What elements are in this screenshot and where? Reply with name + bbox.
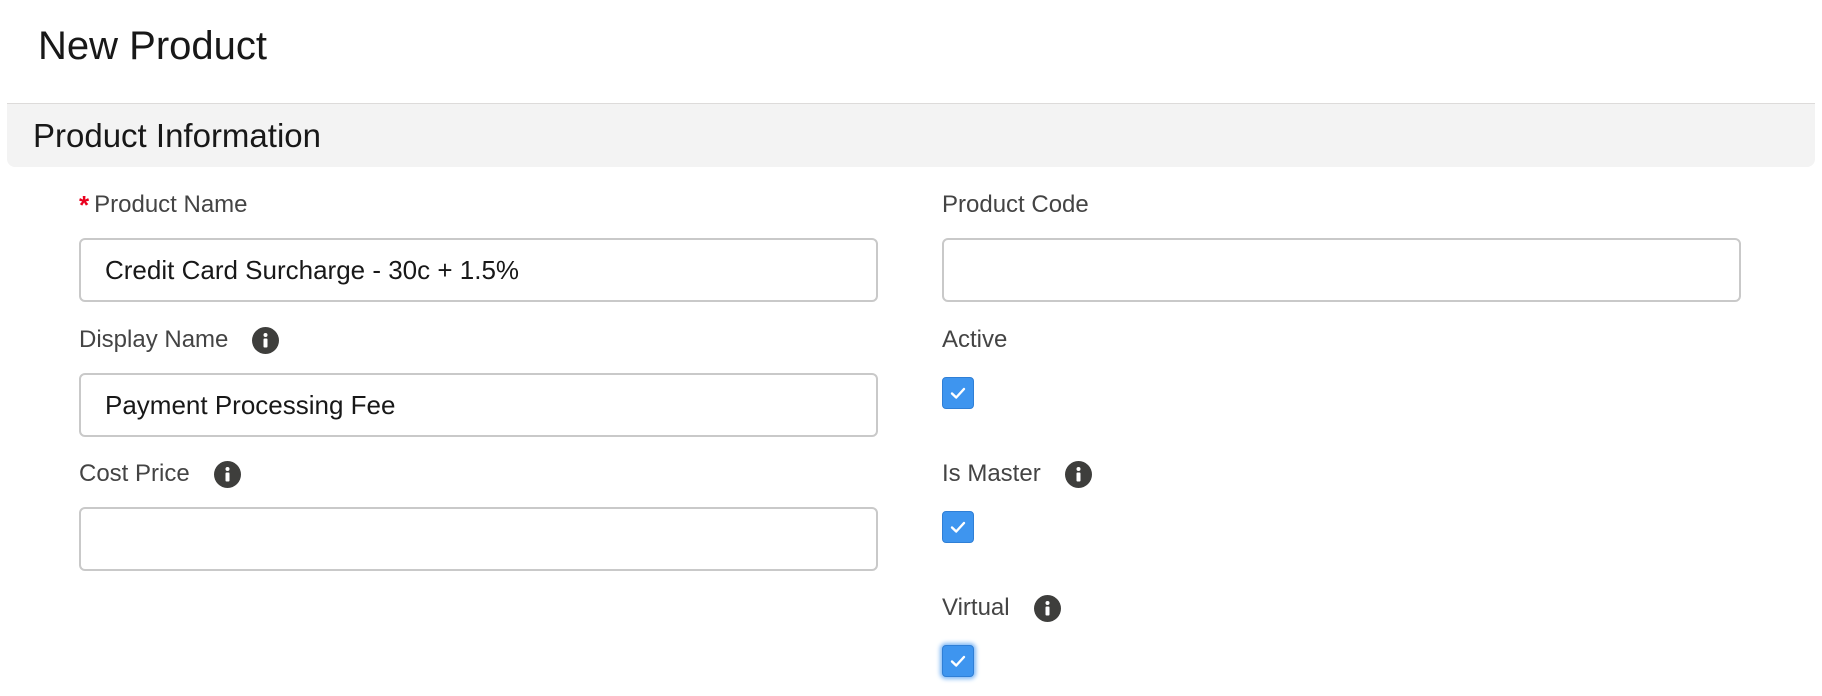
active-field: Active <box>942 325 1007 409</box>
product-code-label: Product Code <box>942 191 1089 218</box>
active-checkbox[interactable] <box>942 377 974 409</box>
info-icon[interactable] <box>213 460 241 488</box>
cost-price-label: Cost Price <box>79 460 190 487</box>
required-marker: * <box>79 190 90 220</box>
cost-price-field: Cost Price <box>79 459 878 571</box>
info-icon[interactable] <box>1064 460 1092 488</box>
is-master-label-row: Is Master <box>942 459 1092 489</box>
cost-price-input[interactable] <box>79 507 878 571</box>
is-master-label: Is Master <box>942 460 1041 487</box>
product-code-label-row: Product Code <box>942 190 1089 220</box>
info-icon[interactable] <box>252 326 280 354</box>
product-code-field: Product Code <box>942 190 1741 302</box>
product-name-input[interactable]: Credit Card Surcharge - 30c + 1.5% <box>79 238 878 302</box>
page-title: New Product <box>38 24 267 68</box>
section-title: Product Information <box>33 117 321 154</box>
info-icon[interactable] <box>1033 594 1061 622</box>
cost-price-label-row: Cost Price <box>79 459 241 489</box>
check-icon <box>950 387 966 399</box>
display-name-field: Display Name Payment Processing Fee <box>79 325 878 437</box>
check-icon <box>950 521 966 533</box>
virtual-field: Virtual <box>942 593 1061 677</box>
product-code-input[interactable] <box>942 238 1741 302</box>
product-name-label-row: * Product Name <box>79 190 248 220</box>
product-name-field: * Product Name Credit Card Surcharge - 3… <box>79 190 878 302</box>
display-name-label: Display Name <box>79 326 229 353</box>
check-icon <box>950 655 966 667</box>
display-name-input[interactable]: Payment Processing Fee <box>79 373 878 437</box>
active-label-row: Active <box>942 325 1007 355</box>
section-header[interactable]: Product Information <box>7 103 1815 167</box>
virtual-checkbox[interactable] <box>942 645 974 677</box>
product-name-label: Product Name <box>94 191 248 218</box>
virtual-label: Virtual <box>942 594 1010 621</box>
is-master-field: Is Master <box>942 459 1092 543</box>
is-master-checkbox[interactable] <box>942 511 974 543</box>
display-name-label-row: Display Name <box>79 325 280 355</box>
virtual-label-row: Virtual <box>942 593 1061 623</box>
active-label: Active <box>942 326 1008 353</box>
